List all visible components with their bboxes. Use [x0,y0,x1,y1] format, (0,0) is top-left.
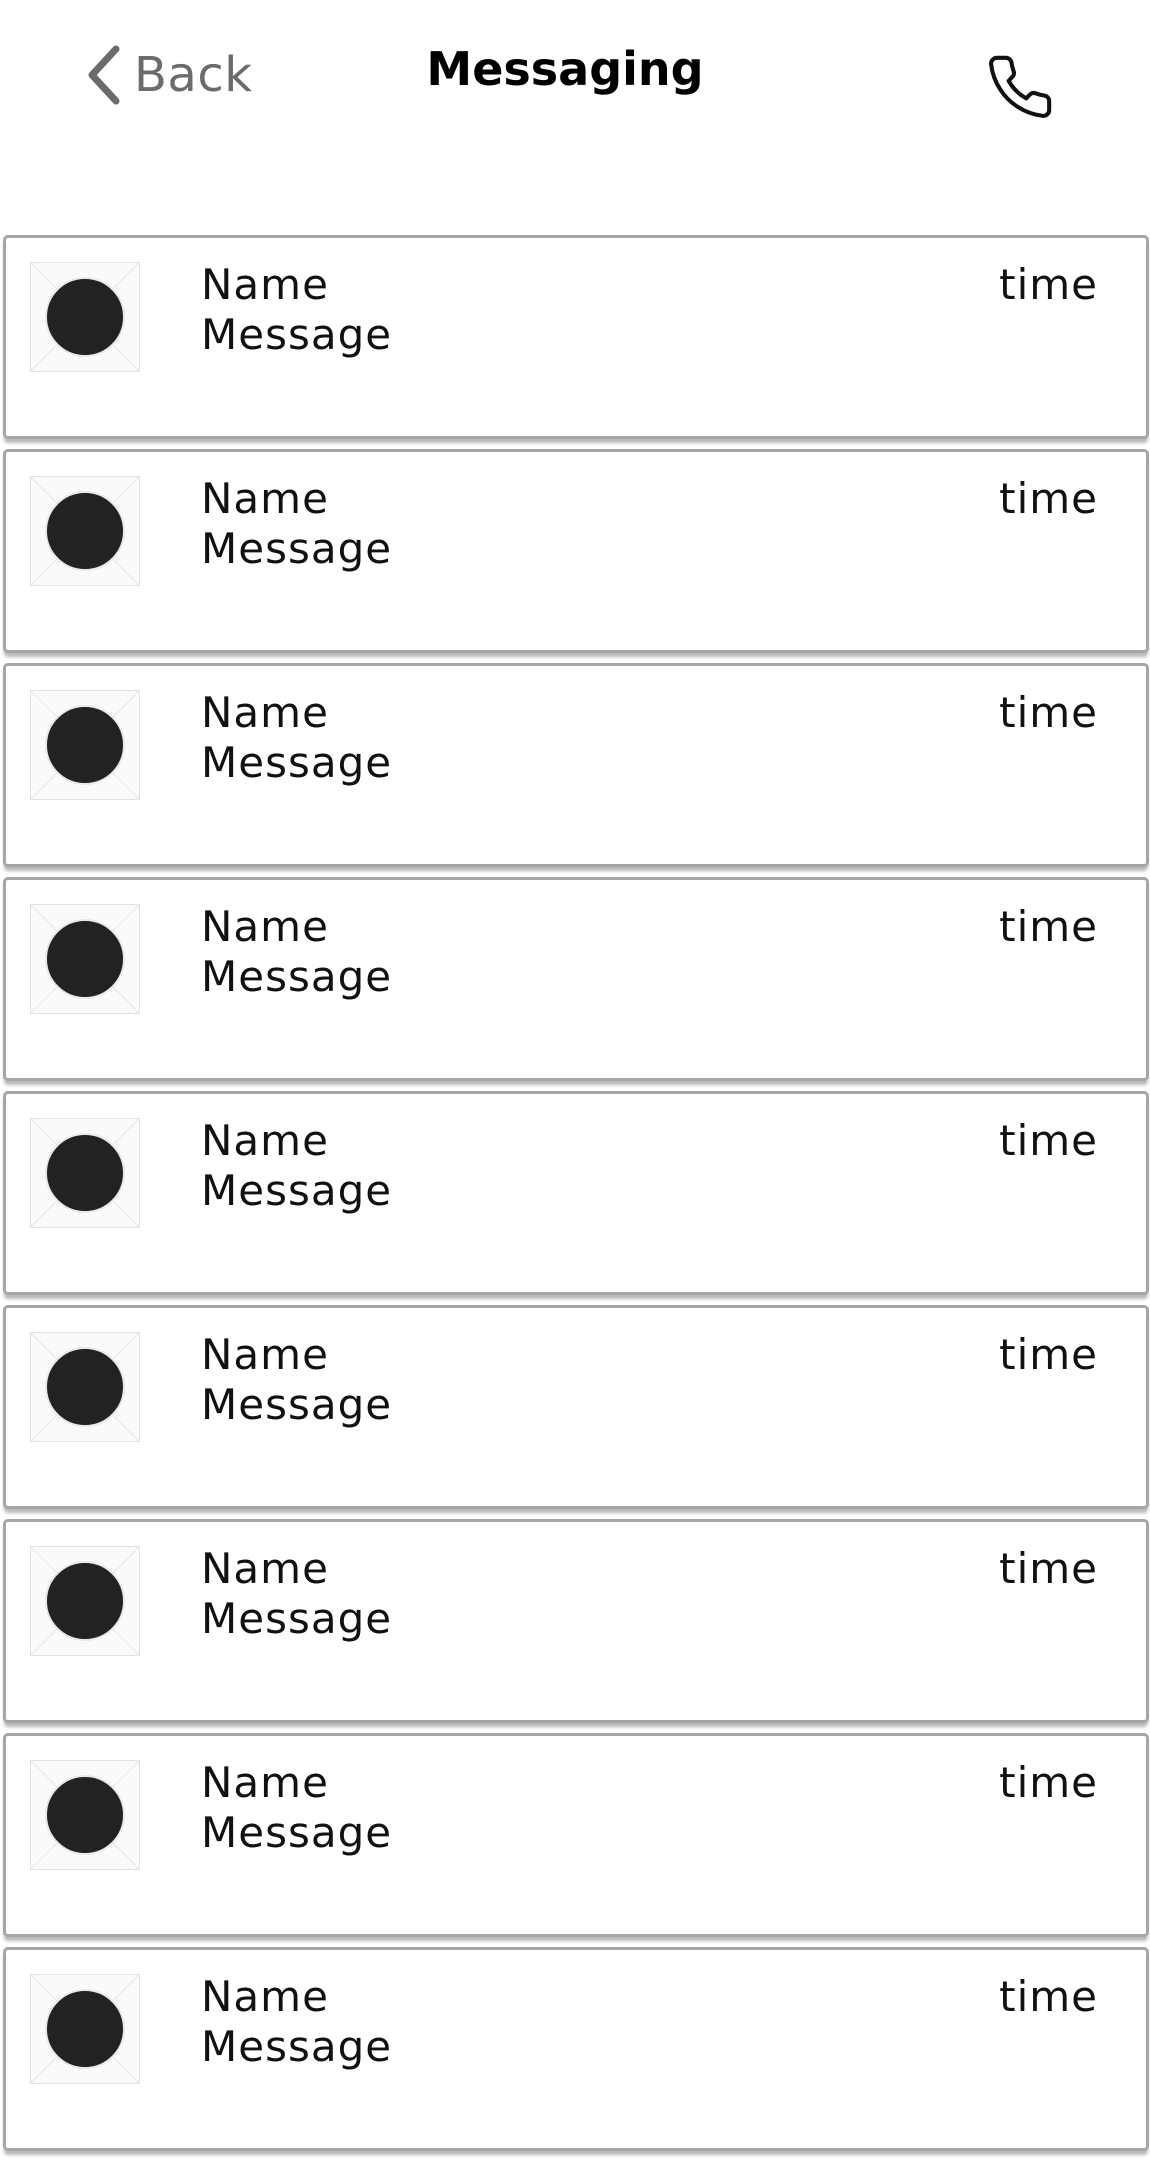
message-preview: Message [201,952,393,1001]
avatar [30,262,140,372]
conversation-row[interactable]: Name Message time [3,877,1149,1081]
message-time: time [999,474,1098,523]
contact-name: Name [201,688,329,737]
avatar [30,1118,140,1228]
message-preview: Message [201,738,393,787]
conversation-row[interactable]: Name Message time [3,1305,1149,1509]
conversation-row[interactable]: Name Message time [3,1091,1149,1295]
conversation-row[interactable]: Name Message time [3,1947,1149,2151]
conversation-row[interactable]: Name Message time [3,1519,1149,1723]
top-bar: Back Messaging [0,0,1150,150]
avatar-dot [45,277,125,357]
message-time: time [999,902,1098,951]
avatar [30,1546,140,1656]
contact-name: Name [201,1116,329,1165]
message-preview: Message [201,1594,393,1643]
avatar [30,1974,140,2084]
avatar [30,690,140,800]
message-preview: Message [201,524,393,573]
page-title: Messaging [426,42,704,96]
message-time: time [999,1758,1098,1807]
message-preview: Message [201,1380,393,1429]
message-preview: Message [201,1808,393,1857]
contact-name: Name [201,1330,329,1379]
message-preview: Message [201,310,393,359]
conversation-row[interactable]: Name Message time [3,1733,1149,1937]
message-time: time [999,1116,1098,1165]
avatar-dot [45,1561,125,1641]
message-time: time [999,260,1098,309]
conversation-row[interactable]: Name Message time [3,449,1149,653]
message-time: time [999,1972,1098,2021]
conversation-row[interactable]: Name Message time [3,235,1149,439]
avatar-dot [45,919,125,999]
message-preview: Message [201,1166,393,1215]
message-time: time [999,688,1098,737]
message-preview: Message [201,2022,393,2071]
avatar [30,1332,140,1442]
avatar-dot [45,705,125,785]
avatar-dot [45,491,125,571]
contact-name: Name [201,1758,329,1807]
avatar-dot [45,1775,125,1855]
contact-name: Name [201,1544,329,1593]
contact-name: Name [201,474,329,523]
phone-icon [989,55,1052,118]
message-time: time [999,1330,1098,1379]
call-button[interactable] [985,52,1055,122]
avatar [30,1760,140,1870]
avatar-dot [45,1133,125,1213]
avatar [30,904,140,1014]
avatar [30,476,140,586]
conversation-row[interactable]: Name Message time [3,663,1149,867]
avatar-dot [45,1347,125,1427]
contact-name: Name [201,260,329,309]
avatar-dot [45,1989,125,2069]
contact-name: Name [201,1972,329,2021]
contact-name: Name [201,902,329,951]
message-time: time [999,1544,1098,1593]
